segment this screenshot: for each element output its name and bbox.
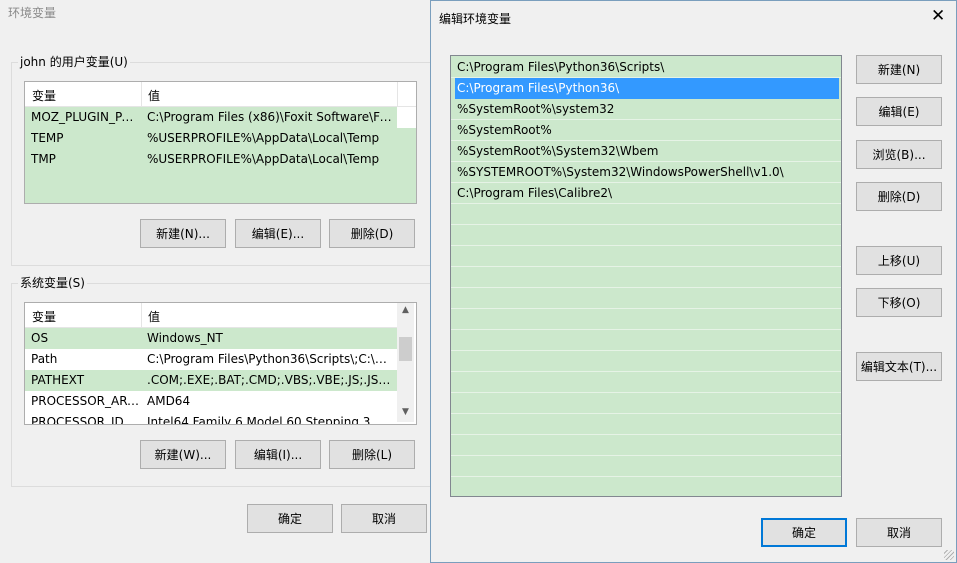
system-vars-group-label: 系统变量(S) — [18, 274, 87, 291]
system-edit-button[interactable]: 编辑(I)... — [235, 440, 321, 469]
column-header-name[interactable]: 变量 — [32, 308, 56, 325]
system-vars-list[interactable]: 变量 值 OS Windows_NT Path C:\Program Files… — [24, 302, 417, 425]
table-row[interactable]: TEMP %USERPROFILE%\AppData\Local\Temp — [25, 128, 416, 149]
delete-button[interactable]: 删除(D) — [856, 182, 942, 211]
list-header: 变量 值 — [25, 303, 397, 328]
scroll-up-icon[interactable]: ▲ — [397, 305, 414, 315]
list-item-empty[interactable] — [451, 246, 841, 267]
edit-env-dialog: 编辑环境变量 ✕ C:\Program Files\Python36\Scrip… — [430, 0, 957, 563]
edit-button[interactable]: 编辑(E) — [856, 97, 942, 126]
table-row[interactable]: TMP %USERPROFILE%\AppData\Local\Temp — [25, 149, 416, 170]
system-new-button[interactable]: 新建(W)... — [140, 440, 226, 469]
column-header-value[interactable]: 值 — [148, 308, 160, 325]
list-item-empty[interactable] — [451, 456, 841, 477]
list-item[interactable]: C:\Program Files\Python36\Scripts\ — [451, 57, 841, 78]
scroll-down-icon[interactable]: ▼ — [397, 407, 414, 417]
list-empty-area — [25, 170, 416, 203]
list-item-empty[interactable] — [451, 204, 841, 225]
table-row[interactable]: PATHEXT .COM;.EXE;.BAT;.CMD;.VBS;.VBE;.J… — [25, 370, 397, 391]
user-vars-list[interactable]: 变量 值 MOZ_PLUGIN_PATH C:\Program Files (x… — [24, 81, 417, 204]
list-item-empty[interactable] — [451, 267, 841, 288]
table-row[interactable]: PROCESSOR_IDENTIFIER Intel64 Family 6 Mo… — [25, 412, 397, 424]
move-up-button[interactable]: 上移(U) — [856, 246, 942, 275]
user-delete-button[interactable]: 删除(D) — [329, 219, 415, 248]
table-row[interactable]: MOZ_PLUGIN_PATH C:\Program Files (x86)\F… — [25, 107, 397, 128]
column-header-name[interactable]: 变量 — [32, 87, 56, 104]
list-item-empty[interactable] — [451, 435, 841, 456]
list-item[interactable]: %SystemRoot%\system32 — [451, 99, 841, 120]
user-edit-button[interactable]: 编辑(E)... — [235, 219, 321, 248]
list-item-empty[interactable] — [451, 225, 841, 246]
ok-button[interactable]: 确定 — [761, 518, 847, 547]
window-title: 环境变量 — [8, 6, 57, 20]
list-item-empty[interactable] — [451, 288, 841, 309]
path-list[interactable]: C:\Program Files\Python36\Scripts\ C:\Pr… — [450, 55, 842, 497]
bg-cancel-button[interactable]: 取消 — [341, 504, 427, 533]
list-item-selected[interactable]: C:\Program Files\Python36\ — [455, 78, 839, 99]
list-item-empty[interactable] — [451, 477, 841, 496]
close-icon[interactable]: ✕ — [931, 6, 945, 26]
vertical-scrollbar[interactable]: ▲ ▼ — [397, 303, 414, 422]
system-delete-button[interactable]: 删除(L) — [329, 440, 415, 469]
user-vars-group-label: john 的用户变量(U) — [18, 53, 130, 70]
table-row[interactable]: OS Windows_NT — [25, 328, 397, 349]
list-header: 变量 值 — [25, 82, 416, 107]
table-row[interactable]: PROCESSOR_ARCHITECTURE AMD64 — [25, 391, 397, 412]
list-item-empty[interactable] — [451, 309, 841, 330]
list-item-empty[interactable] — [451, 351, 841, 372]
column-header-value[interactable]: 值 — [148, 87, 160, 104]
move-down-button[interactable]: 下移(O) — [856, 288, 942, 317]
dialog-title: 编辑环境变量 — [439, 12, 512, 26]
bg-ok-button[interactable]: 确定 — [247, 504, 333, 533]
cancel-button[interactable]: 取消 — [856, 518, 942, 547]
table-row[interactable]: Path C:\Program Files\Python36\Scripts\;… — [25, 349, 397, 370]
list-item-empty[interactable] — [451, 330, 841, 351]
list-item-empty[interactable] — [451, 393, 841, 414]
list-item-empty[interactable] — [451, 372, 841, 393]
list-item-empty[interactable] — [451, 414, 841, 435]
list-item[interactable]: %SystemRoot%\System32\Wbem — [451, 141, 841, 162]
list-item[interactable]: %SYSTEMROOT%\System32\WindowsPowerShell\… — [451, 162, 841, 183]
browse-button[interactable]: 浏览(B)... — [856, 140, 942, 169]
scroll-thumb[interactable] — [399, 337, 412, 361]
list-item[interactable]: %SystemRoot% — [451, 120, 841, 141]
edit-text-button[interactable]: 编辑文本(T)... — [856, 352, 942, 381]
new-button[interactable]: 新建(N) — [856, 55, 942, 84]
user-new-button[interactable]: 新建(N)... — [140, 219, 226, 248]
list-item[interactable]: C:\Program Files\Calibre2\ — [451, 183, 841, 204]
resize-grip-icon[interactable] — [944, 550, 954, 560]
